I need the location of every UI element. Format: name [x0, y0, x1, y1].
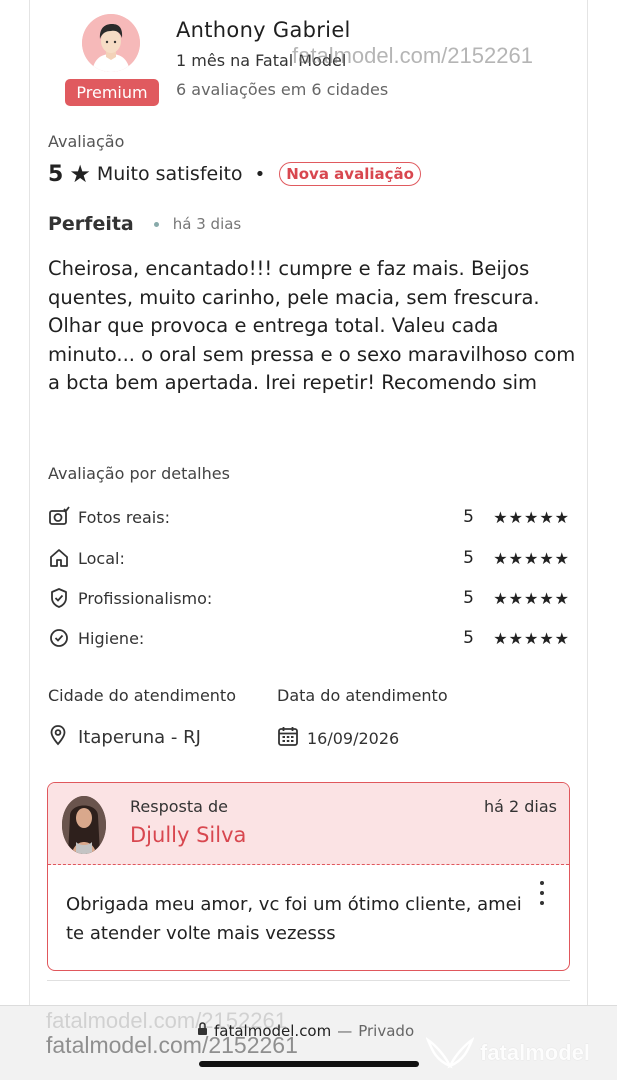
detail-row-fotos-reais: Fotos reais: 5 ★★★★★	[48, 504, 570, 530]
home-icon	[48, 547, 70, 569]
user-avatar-icon	[82, 14, 140, 72]
detail-label: Higiene:	[78, 628, 145, 648]
response-box: Resposta de Djully Silva há 2 dias Obrig…	[47, 782, 570, 971]
home-indicator[interactable]	[199, 1061, 419, 1067]
detail-label: Profissionalismo:	[78, 588, 213, 608]
response-header: Resposta de Djully Silva há 2 dias	[48, 783, 569, 865]
premium-badge: Premium	[65, 79, 159, 106]
private-mode-label: Privado	[358, 1022, 415, 1040]
shield-check-icon	[48, 587, 70, 609]
date-label: Data do atendimento	[277, 686, 448, 705]
card-right-border	[587, 0, 588, 1005]
detail-score: 5	[463, 588, 474, 608]
responder-avatar[interactable]	[62, 796, 106, 854]
card-left-border	[29, 0, 30, 1005]
date-value: 16/09/2026	[307, 728, 400, 748]
detail-score: 5	[463, 548, 474, 568]
city-value: Itaperuna - RJ	[78, 726, 201, 748]
camera-check-icon	[48, 506, 70, 528]
location-pin-icon	[48, 724, 68, 750]
detail-stars: ★★★★★	[493, 507, 570, 527]
divider	[47, 980, 570, 981]
rating-row: 5 ★ Muito satisfeito • Nova avaliação	[48, 158, 421, 190]
rating-separator: •	[254, 163, 266, 185]
butterfly-logo-icon	[426, 1037, 474, 1069]
reviewer-avatar[interactable]	[82, 14, 140, 72]
rating-text: Muito satisfeito	[96, 163, 243, 185]
watermark-bottom: fatalmodel.com/2152261	[46, 1032, 298, 1058]
date-info: 16/09/2026	[277, 725, 399, 751]
detail-row-higiene: Higiene: 5 ★★★★★	[48, 625, 570, 651]
detail-label: Fotos reais:	[78, 507, 170, 527]
rating-score: 5	[48, 161, 64, 187]
star-icon: ★	[69, 160, 91, 188]
url-separator: —	[337, 1022, 353, 1040]
response-label: Resposta de	[130, 797, 229, 816]
rating-label: Avaliação	[48, 132, 125, 151]
response-time: há 2 dias	[483, 797, 557, 816]
detail-stars: ★★★★★	[493, 548, 570, 568]
detail-score: 5	[463, 628, 474, 648]
review-time: há 3 dias	[172, 215, 242, 233]
check-circle-icon	[48, 627, 70, 649]
responder-name[interactable]: Djully Silva	[130, 823, 246, 847]
brand-watermark: fatalmodel	[426, 1036, 590, 1070]
detail-stars: ★★★★★	[493, 588, 570, 608]
calendar-icon	[277, 725, 299, 751]
city-label: Cidade do atendimento	[48, 686, 236, 705]
detail-stars: ★★★★★	[493, 628, 570, 648]
review-title-row: Perfeita há 3 dias	[48, 213, 241, 235]
review-body: Cheirosa, encantado!!! cumpre e faz mais…	[48, 257, 576, 395]
review-title: Perfeita	[48, 213, 134, 235]
detail-row-local: Local: 5 ★★★★★	[48, 545, 570, 571]
detail-label: Local:	[78, 548, 125, 568]
reviewer-review-count: 6 avaliações em 6 cidades	[176, 80, 389, 99]
city-info: Itaperuna - RJ	[48, 724, 201, 750]
responder-photo	[62, 796, 106, 854]
brand-text: fatalmodel	[480, 1040, 591, 1065]
detail-score: 5	[463, 507, 474, 527]
new-review-badge: Nova avaliação	[279, 162, 421, 186]
detail-row-profissionalismo: Profissionalismo: 5 ★★★★★	[48, 585, 570, 611]
details-label: Avaliação por detalhes	[48, 464, 230, 483]
title-separator-dot	[153, 221, 159, 227]
reviewer-name[interactable]: Anthony Gabriel	[176, 18, 351, 42]
watermark-top: fatalmodel.com/2152261	[292, 43, 533, 68]
response-body: Obrigada meu amor, vc foi um ótimo clien…	[66, 894, 522, 944]
more-options-icon[interactable]	[537, 881, 547, 905]
